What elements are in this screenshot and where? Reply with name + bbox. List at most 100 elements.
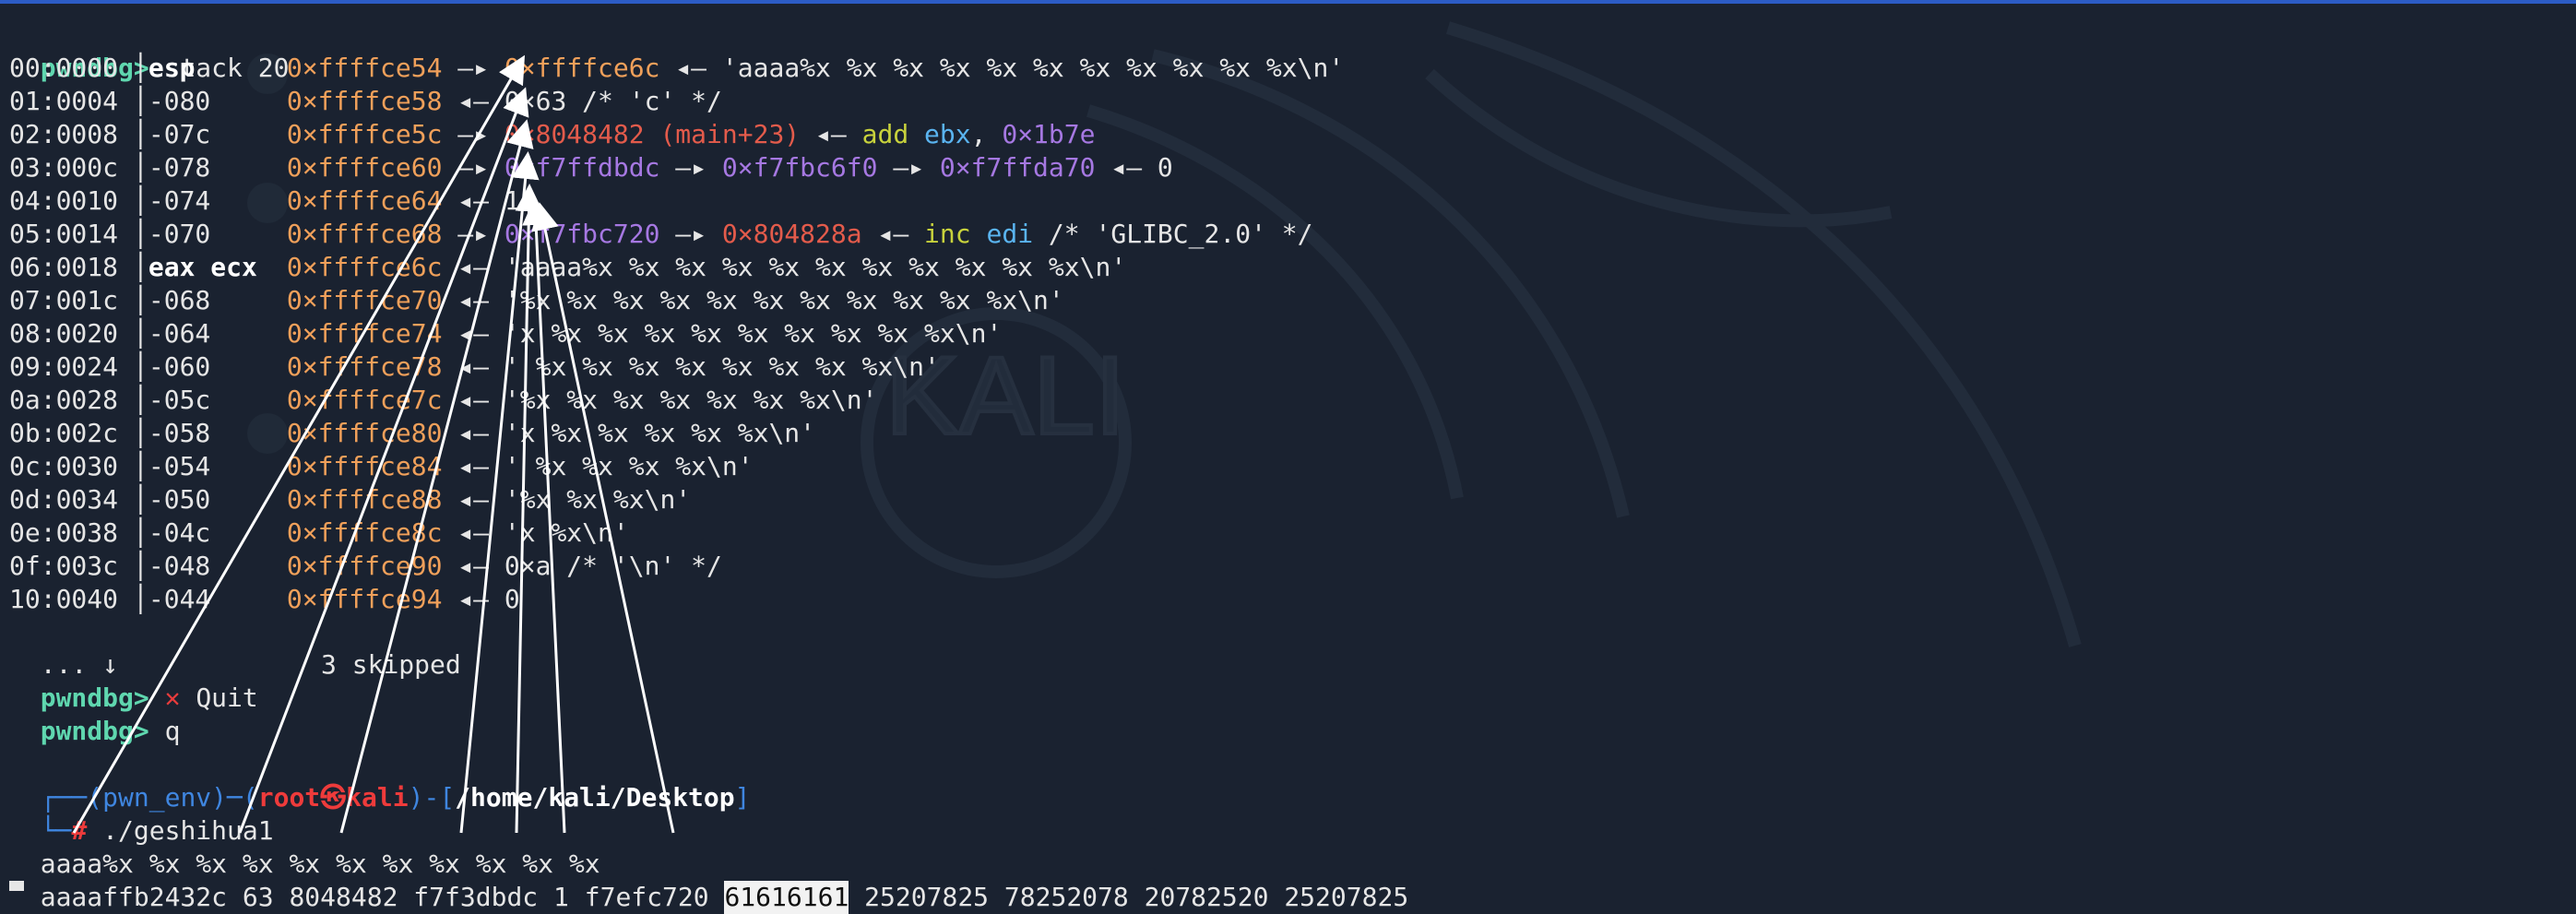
stack-row: 0b:002c │-058 0×ffffce80 ◂— 'x %x %x %x %x… bbox=[9, 417, 815, 450]
stack-value: —▸ bbox=[877, 152, 940, 183]
stack-value: inc bbox=[924, 219, 971, 249]
stack-offset: 08:0020 bbox=[9, 318, 119, 349]
stack-address: 0×ffffce6c bbox=[286, 252, 443, 282]
stack-value: edi bbox=[986, 219, 1034, 249]
column-separator: │ bbox=[133, 219, 148, 249]
program-input-echo: aaaa%x %x %x %x %x %x %x %x %x %x %x bbox=[9, 814, 600, 879]
stack-address: 0×ffffce5c bbox=[286, 119, 443, 149]
stack-value: 1 bbox=[504, 185, 520, 216]
prompt-paren: ) bbox=[408, 782, 424, 813]
stack-value: , bbox=[970, 119, 1003, 149]
pointer-arrow: ◂— bbox=[457, 517, 490, 548]
quit-line: pwndbg> ✕ Quit bbox=[9, 648, 258, 713]
stack-offset: 0b:002c bbox=[9, 418, 119, 448]
command-text: q bbox=[164, 716, 181, 746]
pointer-arrow: ◂— bbox=[457, 584, 490, 614]
skipped-line: ... ↓ 3 skipped bbox=[9, 615, 461, 680]
pointer-arrow: ◂— bbox=[457, 385, 490, 415]
stack-offset: 0f:003c bbox=[9, 551, 119, 581]
column-separator: │ bbox=[133, 484, 148, 515]
stack-address: 0×ffffce8c bbox=[286, 517, 443, 548]
stack-address: 0×ffffce54 bbox=[286, 53, 443, 83]
stack-value: '%x %x %x %x %x %x %x %x %x %x %x\n' bbox=[504, 285, 1064, 315]
stack-address: 0×ffffce58 bbox=[286, 86, 443, 116]
stack-row: 0a:0028 │-05c 0×ffffce7c ◂— '%x %x %x %x %… bbox=[9, 384, 877, 417]
stack-offset: 06:0018 bbox=[9, 252, 119, 282]
stack-value: ◂— 'aaaa%x %x %x %x %x %x %x %x %x %x %x… bbox=[659, 53, 1345, 83]
pointer-arrow: ◂— bbox=[457, 451, 490, 481]
column-separator: │ bbox=[133, 53, 148, 83]
stack-value: ' %x %x %x %x %x %x %x %x\n' bbox=[504, 351, 940, 382]
column-separator: │ bbox=[133, 551, 148, 581]
stack-address: 0×ffffce88 bbox=[286, 484, 443, 515]
stack-row: 10:0040 │-044 0×ffffce94 ◂— 0 bbox=[9, 583, 520, 616]
stack-address: 0×ffffce78 bbox=[286, 351, 443, 382]
column-separator: │ bbox=[133, 351, 148, 382]
stack-address: 0×ffffce90 bbox=[286, 551, 443, 581]
stack-register-label: -070 bbox=[148, 219, 211, 249]
stack-row: 07:001c │-068 0×ffffce70 ◂— '%x %x %x %x %… bbox=[9, 284, 1064, 317]
stack-register-label: -058 bbox=[148, 418, 211, 448]
stack-row: 09:0024 │-060 0×ffffce78 ◂— ' %x %x %x %x … bbox=[9, 350, 940, 384]
column-separator: │ bbox=[133, 185, 148, 216]
pointer-arrow: ◂— bbox=[457, 285, 490, 315]
column-separator: │ bbox=[133, 252, 148, 282]
stack-register-label: -050 bbox=[148, 484, 211, 515]
stack-offset: 09:0024 bbox=[9, 351, 119, 382]
column-separator: │ bbox=[133, 285, 148, 315]
stack-value bbox=[971, 218, 987, 251]
stack-value: —▸ bbox=[659, 219, 722, 249]
stack-address: 0×ffffce64 bbox=[286, 185, 443, 216]
stack-command-line: pwndbg> stack 20 bbox=[9, 18, 290, 83]
stack-value: 0×a /* '\n' */ bbox=[504, 551, 722, 581]
stack-value: '%x %x %x\n' bbox=[504, 484, 692, 515]
column-separator: │ bbox=[133, 385, 148, 415]
output-text: aaaaffb2432c 63 8048482 f7f3dbdc 1 f7efc… bbox=[40, 882, 725, 912]
stack-row: 0c:0030 │-054 0×ffffce84 ◂— ' %x %x %x %x\… bbox=[9, 450, 754, 483]
column-separator: │ bbox=[133, 584, 148, 614]
stack-row: 00:0000 │esp 0×ffffce54 —▸ 0×ffffce6c ◂— '… bbox=[9, 52, 1344, 85]
stack-value: 0×8048482 (main+23) bbox=[504, 119, 801, 149]
stack-row: 0d:0034 │-050 0×ffffce88 ◂— '%x %x %x\n' bbox=[9, 483, 691, 516]
pointer-arrow: —▸ bbox=[457, 53, 490, 83]
pointer-arrow: ◂— bbox=[457, 318, 490, 349]
stack-offset: 10:0040 bbox=[9, 584, 119, 614]
column-separator: │ bbox=[133, 119, 148, 149]
stack-row: 08:0020 │-064 0×ffffce74 ◂— 'x %x %x %x %x… bbox=[9, 317, 1002, 350]
stack-offset: 0c:0030 bbox=[9, 451, 119, 481]
stack-value: 'x %x\n' bbox=[504, 517, 629, 548]
pointer-arrow: —▸ bbox=[457, 219, 490, 249]
stack-row: 0f:003c │-048 0×ffffce90 ◂— 0×a /* '\n' */ bbox=[9, 550, 722, 583]
stack-register-label: esp bbox=[148, 53, 196, 83]
stack-value: 0×f7fbc6f0 bbox=[721, 152, 878, 183]
pointer-arrow: ◂— bbox=[457, 185, 490, 216]
column-separator: │ bbox=[133, 86, 148, 116]
pointer-arrow: ◂— bbox=[457, 351, 490, 382]
stack-offset: 07:001c bbox=[9, 285, 119, 315]
stack-value: ◂— 0 bbox=[1095, 152, 1173, 183]
stack-offset: 02:0008 bbox=[9, 119, 119, 149]
stack-value: add bbox=[861, 119, 909, 149]
stack-value: 0×f7fbc720 bbox=[504, 219, 660, 249]
stack-register-label: -068 bbox=[148, 285, 211, 315]
stack-offset: 03:000c bbox=[9, 152, 119, 183]
stack-value: 0 bbox=[504, 584, 520, 614]
pointer-arrow: —▸ bbox=[457, 152, 490, 183]
pointer-arrow: —▸ bbox=[457, 119, 490, 149]
stack-register-label: -07c bbox=[148, 119, 211, 149]
stack-offset: 00:0000 bbox=[9, 53, 119, 83]
column-separator: │ bbox=[133, 318, 148, 349]
stack-register-label: eax ecx bbox=[148, 252, 257, 282]
stack-value: ' %x %x %x %x\n' bbox=[504, 451, 754, 481]
stack-row: 05:0014 │-070 0×ffffce68 —▸ 0×f7fbc720 —▸ … bbox=[9, 218, 1313, 251]
stack-value bbox=[908, 118, 924, 151]
stack-row: 02:0008 │-07c 0×ffffce5c —▸ 0×8048482 (mai… bbox=[9, 118, 1096, 151]
shell-prompt-line-2: └─# ./geshihua1 bbox=[9, 781, 274, 846]
highlighted-selection[interactable]: 61616161 bbox=[724, 881, 849, 914]
stack-row: 01:0004 │-080 0×ffffce58 ◂— 0×63 /* 'c' */ bbox=[9, 85, 722, 118]
stack-value: 0×1b7e bbox=[1002, 119, 1096, 149]
prompt-bracket: -[ bbox=[423, 782, 456, 813]
stack-value: ebx bbox=[924, 119, 971, 149]
quit-text: Quit bbox=[196, 683, 258, 713]
prompt-bracket: ] bbox=[734, 782, 751, 813]
